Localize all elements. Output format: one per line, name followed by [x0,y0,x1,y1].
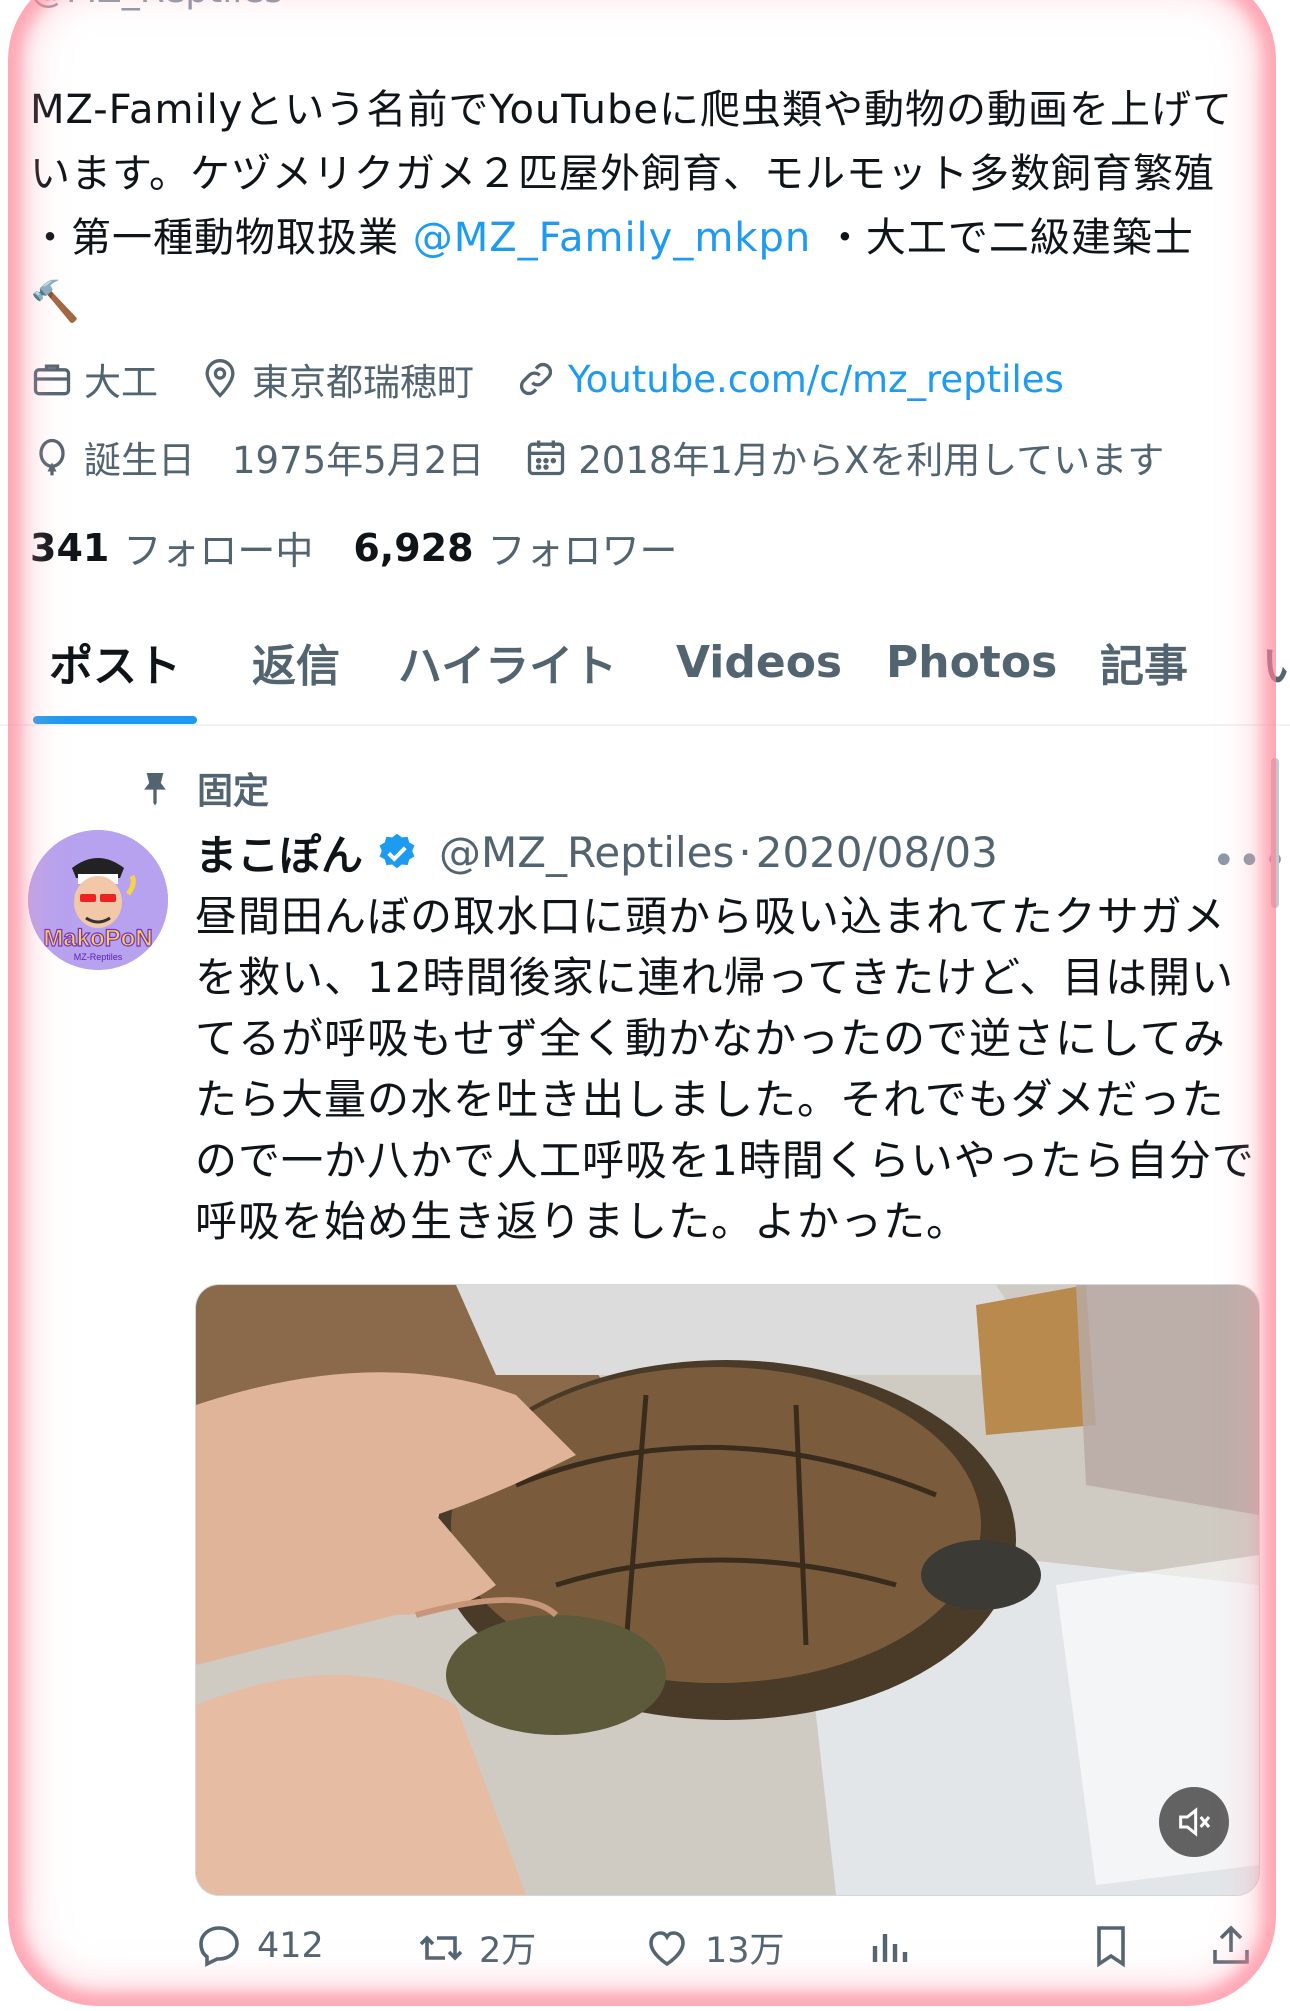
birthday: 誕生日 1975年5月2日 [30,430,484,484]
like-button[interactable]: 13万 [643,1922,785,1973]
share-button[interactable] [1207,1922,1269,1970]
followers-count: 6,928 [353,525,474,570]
like-icon [649,1930,685,1966]
bookmark-icon [1097,1926,1125,1968]
views-icon [872,1934,908,1962]
pin-icon [144,773,166,806]
turtle-video-frame [196,1285,1259,1895]
like-count: 13万 [705,1931,785,1971]
mute-icon [1179,1807,1211,1837]
bio-mention-link[interactable]: @MZ_Family_mkpn [413,215,812,261]
bio-text-end: ・大工で二級建築士 [811,215,1194,261]
briefcase-icon [33,364,71,396]
follow-counts: 341 フォロー中 6,928 フォロワー [30,520,718,575]
occupation: 大工 [30,352,158,406]
retweet-button[interactable]: 2万 [417,1922,536,1973]
location: 東京都瑞穂町 [198,352,474,406]
tweet-actions: 412 2万 13万 [195,1922,1265,1982]
website[interactable]: Youtube.com/c/mz_reptiles [514,357,1064,401]
link-icon [519,362,553,396]
tweet-text: 昼間田んぼの取水口に頭から吸い込まれてたクサガメを救い、12時間後家に連れ帰って… [195,892,1255,1246]
following-link[interactable]: 341 フォロー中 [30,520,313,575]
tab-videos[interactable]: Videos [676,600,842,724]
reply-button[interactable]: 412 [195,1922,324,1970]
pinned-label: 固定 [197,771,270,812]
scrollbar[interactable] [1271,758,1279,908]
occupation-label: 大工 [84,361,158,404]
followers-label: フォロワー [487,529,678,573]
tab-highlights[interactable]: ハイライト [398,600,617,724]
hammer-emoji: 🔨 [30,279,81,325]
tweet-date[interactable]: 2020/08/03 [756,828,998,877]
tab-photos[interactable]: Photos [886,600,1057,724]
following-label: フォロー中 [123,529,314,573]
tweet-handle[interactable]: @MZ_Reptiles [439,828,734,877]
tweet-video[interactable] [195,1284,1260,1896]
tab-articles[interactable]: 記事 [1100,600,1188,724]
avatar[interactable]: MakoPoN MZ-Reptiles [28,830,168,970]
tab-replies[interactable]: 返信 [252,600,340,724]
share-icon [1213,1925,1249,1964]
profile-bio: MZ-Familyという名前でYouTubeに爬虫類や動物の動画を上げています。… [30,78,1240,334]
retweet-count: 2万 [479,1931,537,1971]
location-label: 東京都瑞穂町 [252,361,474,404]
avatar-illustration: MakoPoN MZ-Reptiles [28,830,168,970]
profile-handle: @MZ_Reptiles [30,0,283,11]
following-count: 341 [30,525,110,570]
calendar-icon [528,440,565,476]
bookmark-button[interactable] [1087,1922,1149,1970]
display-name[interactable]: まこぽん [195,822,363,883]
location-pin-icon [205,359,235,398]
joined-label: 2018年1月からXを利用しています [578,439,1165,482]
avatar-logo-text: MakoPoN [43,925,152,952]
profile-meta-row-1: 大工 東京都瑞穂町 Youtube.com/c/mz_reptiles [30,352,1104,406]
joined: 2018年1月からXを利用しています [524,430,1164,484]
views-button[interactable] [865,1922,927,1970]
tab-likes-partial[interactable]: い [1262,600,1290,724]
profile-meta-row-2: 誕生日 1975年5月2日 2018年1月からXを利用しています [30,430,1204,484]
pinned-indicator: 固定 [135,762,269,814]
mute-button[interactable] [1159,1787,1229,1857]
website-link[interactable]: Youtube.com/c/mz_reptiles [568,358,1064,401]
tweet-header: まこぽん @MZ_Reptiles · 2020/08/03 [195,822,998,883]
followers-link[interactable]: 6,928 フォロワー [353,520,677,575]
balloon-icon [39,438,65,476]
reply-icon [199,1926,239,1967]
reply-count: 412 [257,1926,324,1966]
tab-posts[interactable]: ポスト [33,600,197,724]
profile-tabs: ポスト 返信 ハイライト Videos Photos 記事 い [0,600,1290,726]
retweet-icon [419,1934,463,1961]
header-separator: · [738,828,752,877]
verified-badge-icon [379,833,415,868]
avatar-logo-subtext: MZ-Reptiles [74,952,123,962]
birthday-label: 誕生日 1975年5月2日 [84,439,485,482]
